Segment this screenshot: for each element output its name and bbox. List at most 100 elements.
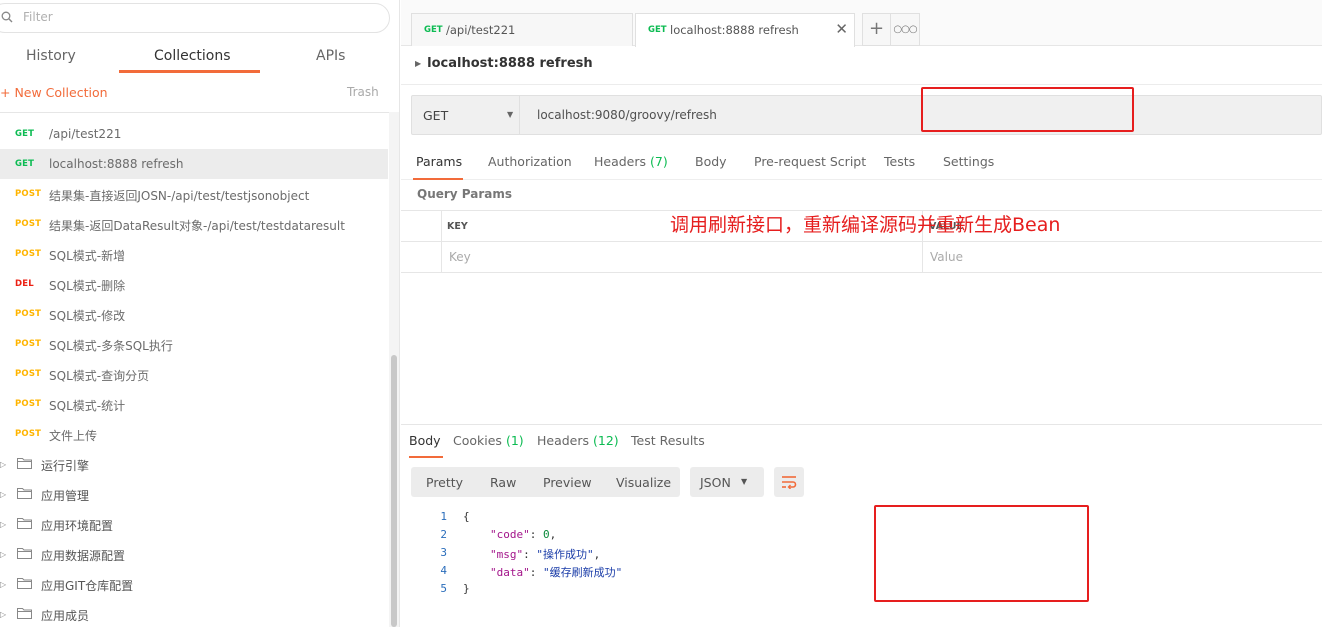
method-badge: DEL: [15, 279, 34, 289]
request-item[interactable]: POST SQL模式-查询分页: [0, 359, 388, 389]
method-badge: POST: [15, 339, 42, 349]
request-item[interactable]: POST SQL模式-统计: [0, 389, 388, 419]
tab-response-headers-label: Headers: [537, 433, 590, 448]
filter-box[interactable]: [0, 3, 390, 33]
new-collection-button[interactable]: + New Collection: [0, 85, 108, 100]
chevron-right-icon[interactable]: ▷: [0, 610, 6, 619]
folder-item[interactable]: ▷ 应用成员: [0, 599, 388, 627]
folder-item[interactable]: ▷ 运行引擎: [0, 449, 388, 479]
active-tab-indicator: [409, 456, 443, 458]
request-item[interactable]: POST SQL模式-新增: [0, 239, 388, 269]
query-params-label: Query Params: [417, 187, 513, 201]
value-input[interactable]: Value: [930, 250, 963, 264]
method-badge: POST: [15, 429, 42, 439]
tab-apis[interactable]: APIs: [316, 48, 345, 64]
chevron-right-icon[interactable]: ▷: [0, 580, 6, 589]
view-mode-bar: Pretty Raw Preview Visualize: [411, 467, 680, 497]
method-badge: POST: [15, 219, 42, 229]
folder-icon: [17, 578, 32, 589]
more-tabs-button[interactable]: ○○○: [891, 13, 920, 46]
highlight-box-url: [921, 87, 1134, 132]
sidebar-scroll-thumb[interactable]: [391, 355, 397, 627]
tab-collections[interactable]: Collections: [154, 48, 231, 64]
caret-down-icon: ▼: [507, 110, 514, 119]
request-item[interactable]: POST 结果集-直接返回JOSN-/api/test/testjsonobje…: [0, 179, 388, 209]
add-tab-button[interactable]: +: [862, 13, 891, 46]
chevron-right-icon[interactable]: ▷: [0, 520, 6, 529]
annotation-text: 调用刷新接口，重新编译源码并重新生成Bean: [670, 214, 1061, 236]
tab-prerequest-script[interactable]: Pre-request Script: [754, 154, 866, 169]
request-item[interactable]: GET /api/test221: [0, 119, 388, 149]
folder-name: 运行引擎: [41, 459, 90, 473]
folder-name: 应用GIT仓库配置: [41, 579, 134, 593]
raw-button[interactable]: Raw: [490, 475, 516, 490]
chevron-right-icon[interactable]: ▷: [0, 460, 6, 469]
code-line: "data": "缓存刷新成功": [490, 566, 623, 579]
request-item-selected[interactable]: GET localhost:8888 refresh: [0, 149, 388, 179]
key-input[interactable]: Key: [449, 250, 471, 264]
request-name: SQL模式-删除: [49, 279, 126, 293]
tab-response-body[interactable]: Body: [409, 433, 441, 448]
chevron-right-icon[interactable]: ▷: [0, 550, 6, 559]
method-badge: POST: [15, 399, 42, 409]
line-number: 1: [440, 510, 447, 523]
folder-item[interactable]: ▷ 应用数据源配置: [0, 539, 388, 569]
url-input[interactable]: localhost:9080/groovy/refresh: [537, 108, 717, 122]
filter-input[interactable]: [23, 10, 323, 24]
line-number: 2: [440, 528, 447, 541]
request-title[interactable]: ▶ localhost:8888 refresh: [415, 56, 593, 71]
caret-right-icon[interactable]: ▶: [415, 59, 421, 68]
format-value: JSON: [700, 475, 731, 490]
folder-icon: [17, 518, 32, 529]
tab-params[interactable]: Params: [416, 154, 462, 169]
request-item[interactable]: POST 结果集-返回DataResult对象-/api/test/testda…: [0, 209, 388, 239]
request-item[interactable]: POST SQL模式-修改: [0, 299, 388, 329]
preview-button[interactable]: Preview: [543, 475, 592, 490]
wrap-lines-button[interactable]: [774, 467, 804, 497]
folder-name: 应用成员: [41, 609, 90, 623]
request-name: 结果集-直接返回JOSN-/api/test/testjsonobject: [49, 189, 310, 203]
column-divider: [441, 211, 442, 273]
request-item[interactable]: POST 文件上传: [0, 419, 388, 449]
divider: [401, 84, 1322, 85]
request-tab[interactable]: GET /api/test221: [411, 13, 633, 46]
folder-icon: [17, 458, 32, 469]
pretty-button[interactable]: Pretty: [426, 475, 463, 490]
format-select[interactable]: JSON ▼: [690, 467, 764, 497]
folder-name: 应用数据源配置: [41, 549, 126, 563]
tab-authorization[interactable]: Authorization: [488, 154, 572, 169]
code-line: "msg": "操作成功",: [490, 548, 601, 561]
chevron-right-icon[interactable]: ▷: [0, 490, 6, 499]
main-panel: GET /api/test221 GET localhost:8888 refr…: [401, 0, 1322, 627]
request-name: SQL模式-查询分页: [49, 369, 150, 383]
close-icon[interactable]: ✕: [835, 20, 848, 38]
request-item[interactable]: POST SQL模式-多条SQL执行: [0, 329, 388, 359]
request-title-text: localhost:8888 refresh: [427, 56, 593, 71]
tab-headers[interactable]: Headers (7): [594, 154, 668, 169]
tab-history[interactable]: History: [26, 48, 76, 64]
tab-settings[interactable]: Settings: [943, 154, 994, 169]
method-badge: POST: [15, 369, 42, 379]
response-tabs: Body Cookies (1) Headers (12) Test Resul…: [401, 432, 1322, 458]
folder-item[interactable]: ▷ 应用GIT仓库配置: [0, 569, 388, 599]
tab-cookies[interactable]: Cookies (1): [453, 433, 524, 448]
visualize-button[interactable]: Visualize: [616, 475, 671, 490]
caret-down-icon: ▼: [741, 477, 748, 486]
method-select[interactable]: GET ▼: [412, 96, 520, 134]
folder-icon: [17, 488, 32, 499]
request-tab-active[interactable]: GET localhost:8888 refresh ✕: [635, 13, 855, 47]
method-badge: GET: [15, 129, 35, 139]
tab-cookies-label: Cookies: [453, 433, 502, 448]
sidebar-tabs: History Collections APIs: [0, 44, 390, 74]
divider: [0, 112, 399, 113]
folder-item[interactable]: ▷ 应用管理: [0, 479, 388, 509]
tab-response-headers[interactable]: Headers (12): [537, 433, 619, 448]
tab-tests[interactable]: Tests: [884, 154, 915, 169]
tab-test-results[interactable]: Test Results: [631, 433, 705, 448]
request-name: /api/test221: [49, 127, 122, 141]
trash-button[interactable]: Trash: [347, 85, 379, 99]
tab-body[interactable]: Body: [695, 154, 727, 169]
folder-item[interactable]: ▷ 应用环境配置: [0, 509, 388, 539]
request-item[interactable]: DEL SQL模式-删除: [0, 269, 388, 299]
url-bar: GET ▼ localhost:9080/groovy/refresh: [411, 95, 1322, 135]
